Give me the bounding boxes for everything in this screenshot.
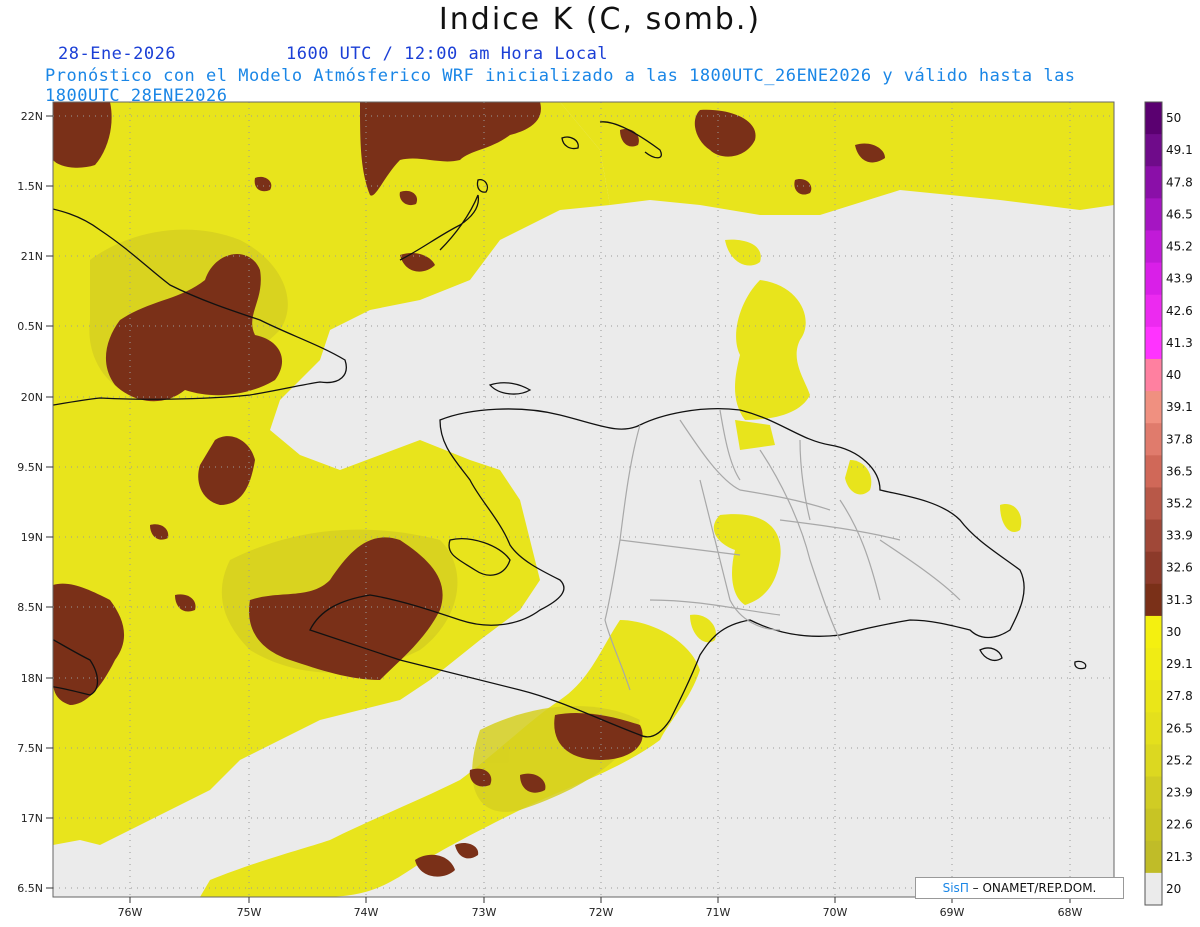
colorbar-label: 45.2	[1166, 240, 1193, 254]
colorbar-swatch	[1145, 423, 1162, 456]
lat-label: 8.5N	[17, 601, 43, 614]
colorbar-swatch	[1145, 583, 1162, 617]
lon-label: 72W	[589, 906, 614, 919]
colorbar-label: 20	[1166, 882, 1181, 896]
colorbar-swatch	[1145, 134, 1162, 167]
colorbar-swatch	[1145, 551, 1162, 585]
colorbar-label: 47.8	[1166, 175, 1193, 189]
lat-label: 17N	[21, 812, 43, 825]
lat-label: 7.5N	[17, 742, 43, 755]
credit-box: SisΠ – ONAMET/REP.DOM.	[915, 877, 1124, 899]
lon-axis: 76W 75W 74W 73W 72W 71W 70W 69W 68W	[118, 897, 1083, 919]
colorbar-label: 23.9	[1166, 786, 1193, 800]
forecast-map: 22N 1.5N 21N 0.5N 20N 9.5N 19N 8.5N 18N …	[17, 101, 1193, 919]
colorbar-swatch	[1145, 519, 1162, 553]
colorbar-swatch	[1145, 648, 1162, 681]
lat-label: 18N	[21, 672, 43, 685]
colorbar-label: 29.1	[1166, 657, 1193, 671]
lon-label: 74W	[354, 906, 379, 919]
colorbar-swatch	[1145, 166, 1162, 199]
lat-label: 0.5N	[17, 320, 43, 333]
colorbar-swatch	[1145, 326, 1162, 360]
lat-label: 1.5N	[17, 180, 43, 193]
lat-label: 22N	[21, 110, 43, 123]
colorbar-label: 21.3	[1166, 850, 1193, 864]
colorbar-label: 31.3	[1166, 593, 1193, 607]
colorbar-swatch	[1145, 680, 1162, 713]
colorbar-swatch	[1145, 358, 1162, 392]
lat-label: 20N	[21, 391, 43, 404]
lon-label: 75W	[237, 906, 262, 919]
colorbar-label: 40	[1166, 368, 1181, 382]
colorbar-swatch	[1145, 872, 1162, 906]
credit-text: – ONAMET/REP.DOM.	[968, 881, 1097, 895]
colorbar-swatch	[1145, 294, 1162, 328]
colorbar-label: 37.8	[1166, 432, 1193, 446]
colorbar-label: 22.6	[1166, 818, 1193, 832]
sispi-logo: SisΠ	[942, 881, 969, 895]
lat-label: 6.5N	[17, 882, 43, 895]
lat-label: 21N	[21, 250, 43, 263]
colorbar-label: 50	[1166, 111, 1181, 125]
colorbar-swatch	[1145, 262, 1162, 296]
colorbar-label: 36.5	[1166, 464, 1193, 478]
colorbar-label: 43.9	[1166, 272, 1193, 286]
yellow-region-north	[560, 102, 1114, 215]
colorbar-label: 42.6	[1166, 304, 1193, 318]
colorbar-swatch	[1145, 391, 1162, 424]
colorbar-swatch	[1145, 776, 1162, 810]
colorbar-label: 49.1	[1166, 143, 1193, 157]
lon-label: 71W	[706, 906, 731, 919]
colorbar-swatch	[1145, 712, 1162, 745]
lat-label: 9.5N	[17, 461, 43, 474]
colorbar-label: 39.1	[1166, 400, 1193, 414]
colorbar: 50 49.1 47.8 46.5 45.2 43.9 42.6 41.3 40 39.1 37.8…	[1144, 101, 1193, 906]
colorbar-label: 46.5	[1166, 207, 1193, 221]
colorbar-swatch	[1145, 455, 1162, 488]
colorbar-label: 41.3	[1166, 336, 1193, 350]
colorbar-swatch	[1145, 840, 1162, 874]
lon-label: 70W	[823, 906, 848, 919]
map-plot-area	[53, 102, 1114, 897]
lon-label: 73W	[472, 906, 497, 919]
colorbar-swatch	[1145, 102, 1162, 135]
colorbar-label: 27.8	[1166, 689, 1193, 703]
colorbar-swatch	[1145, 487, 1162, 521]
lon-label: 76W	[118, 906, 143, 919]
lat-axis: 22N 1.5N 21N 0.5N 20N 9.5N 19N 8.5N 18N …	[17, 110, 53, 895]
colorbar-swatch	[1145, 808, 1162, 842]
colorbar-swatch	[1145, 615, 1162, 649]
colorbar-swatch	[1145, 230, 1162, 264]
colorbar-swatch	[1145, 198, 1162, 231]
colorbar-label: 35.2	[1166, 497, 1193, 511]
colorbar-label: 32.6	[1166, 561, 1193, 575]
colorbar-label: 25.2	[1166, 753, 1193, 767]
lon-label: 68W	[1058, 906, 1083, 919]
lat-label: 19N	[21, 531, 43, 544]
lon-label: 69W	[940, 906, 965, 919]
colorbar-label: 26.5	[1166, 721, 1193, 735]
colorbar-swatch	[1145, 744, 1162, 778]
colorbar-label: 30	[1166, 625, 1181, 639]
colorbar-label: 33.9	[1166, 529, 1193, 543]
